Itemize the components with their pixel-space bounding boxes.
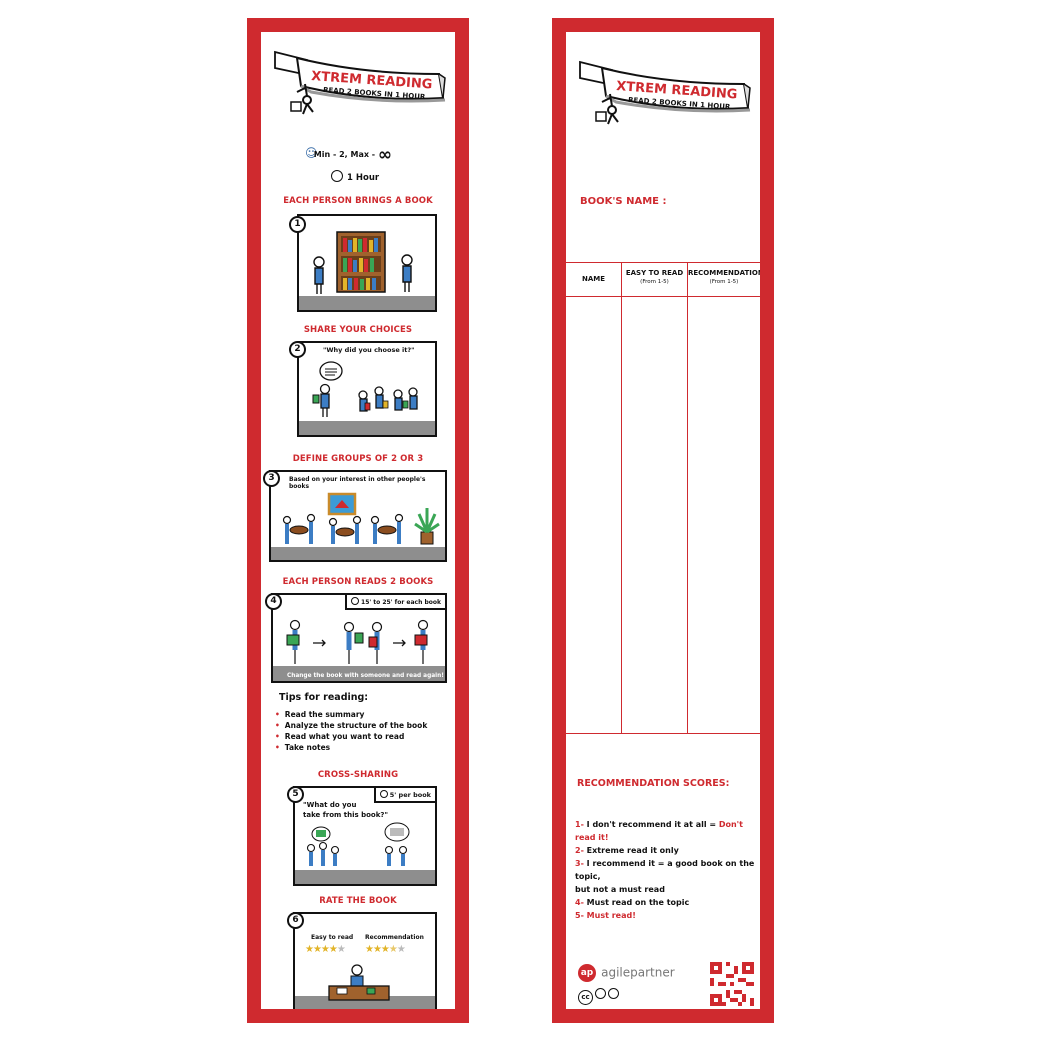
- clock-icon: [331, 170, 343, 182]
- tip-item: Take notes: [275, 743, 427, 752]
- step2-title: SHARE YOUR CHOICES: [303, 325, 413, 335]
- person-icon: ☺: [305, 146, 318, 160]
- step3-title: DEFINE GROUPS OF 2 OR 3: [292, 454, 424, 464]
- brand-name: agilepartner: [601, 965, 675, 980]
- score-item: 3- I recommend it = a good book on the t…: [575, 859, 755, 881]
- banner-logo: XTREM READING READ 2 BOOKS IN 1 HOUR: [274, 50, 446, 115]
- tips-list: Read the summary Analyze the structure o…: [275, 708, 428, 754]
- table-divider: [687, 263, 688, 733]
- license-badges: cc: [578, 988, 620, 1005]
- infinity-icon: ∞: [377, 145, 393, 165]
- step1-title: EACH PERSON BRINGS A BOOK: [283, 196, 433, 206]
- col-easy-header: EASY TO READ (From 1-5): [625, 269, 684, 285]
- step2-number: 2: [289, 341, 306, 358]
- step6-panel: Easy to read Recommendation ★★★★★ ★★★★★: [293, 912, 437, 1009]
- cc-license-icon: cc: [578, 990, 593, 1005]
- box-icon: [595, 111, 607, 122]
- col-recommendation-header: RECOMMENDATION (From 1-5): [688, 269, 760, 285]
- bookmark-front-content: XTREM READING READ 2 BOOKS IN 1 HOUR ☺ M…: [261, 32, 455, 1009]
- step6-title: RATE THE BOOK: [319, 896, 397, 906]
- step1-number: 1: [289, 216, 306, 233]
- score-item: 4- Must read on the topic: [575, 898, 690, 907]
- tips-title: Tips for reading:: [279, 692, 369, 703]
- rating-illustration: [328, 964, 390, 1001]
- scores-list: 1- I don't recommend it at all = Don't r…: [575, 818, 760, 922]
- ap-logo-icon: ap: [578, 963, 596, 982]
- score-item: 5- Must read!: [575, 911, 636, 920]
- players-text: Min - 2, Max -: [313, 150, 376, 159]
- step4-panel: 15' to 25' for each book Change the book…: [271, 593, 447, 683]
- step5-title: CROSS-SHARING: [317, 770, 399, 780]
- bookmark-back: XTREM READING READ 2 BOOKS IN 1 HOUR BOO…: [552, 18, 774, 1023]
- step5-number: 5: [287, 786, 304, 803]
- book-name-label: BOOK'S NAME :: [580, 196, 667, 207]
- step2-panel: "Why did you choose it?": [297, 341, 437, 437]
- cross-sharing-illustration: [306, 822, 410, 866]
- step3-panel: Based on your interest in other people's…: [269, 470, 447, 562]
- step6-number: 6: [287, 912, 304, 929]
- duration-text: 1 Hour: [347, 173, 380, 183]
- step5-panel: 5' per book "What do you take from this b…: [293, 786, 437, 886]
- groups-illustration: [282, 492, 440, 545]
- tip-item: Analyze the structure of the book: [275, 721, 428, 730]
- by-license-icon: [595, 988, 607, 999]
- score-item: but not a must read: [575, 885, 665, 894]
- players-info: ☺ Min - 2, Max - ∞: [305, 145, 392, 165]
- rating-table: NAME EASY TO READ (From 1-5) RECOMMENDATI…: [566, 262, 760, 734]
- sharing-illustration: [312, 361, 418, 417]
- score-item: 2- Extreme read it only: [575, 846, 679, 855]
- step4-number: 4: [265, 593, 282, 610]
- step3-number: 3: [263, 470, 280, 487]
- step1-panel: [297, 214, 437, 312]
- banner-logo: XTREM READING READ 2 BOOKS IN 1 HOUR: [579, 60, 751, 125]
- reading-illustration: [286, 619, 429, 664]
- tip-item: Read what you want to read: [275, 732, 427, 741]
- bookmark-back-content: XTREM READING READ 2 BOOKS IN 1 HOUR BOO…: [566, 32, 760, 1009]
- table-divider: [621, 263, 622, 733]
- sa-license-icon: [608, 988, 620, 999]
- col-name-header: NAME: [581, 275, 606, 283]
- duration-info: 1 Hour: [331, 170, 379, 183]
- qr-code: [710, 962, 754, 1006]
- score-item: 1- I don't recommend it at all = Don't r…: [575, 820, 743, 842]
- box-icon: [290, 101, 302, 112]
- brand-logo: ap agilepartner: [578, 962, 675, 982]
- scores-title: RECOMMENDATION SCORES:: [577, 778, 730, 789]
- tip-item: Read the summary: [275, 710, 427, 719]
- bookmark-front: XTREM READING READ 2 BOOKS IN 1 HOUR ☺ M…: [247, 18, 469, 1023]
- step4-title: EACH PERSON READS 2 BOOKS: [282, 577, 434, 587]
